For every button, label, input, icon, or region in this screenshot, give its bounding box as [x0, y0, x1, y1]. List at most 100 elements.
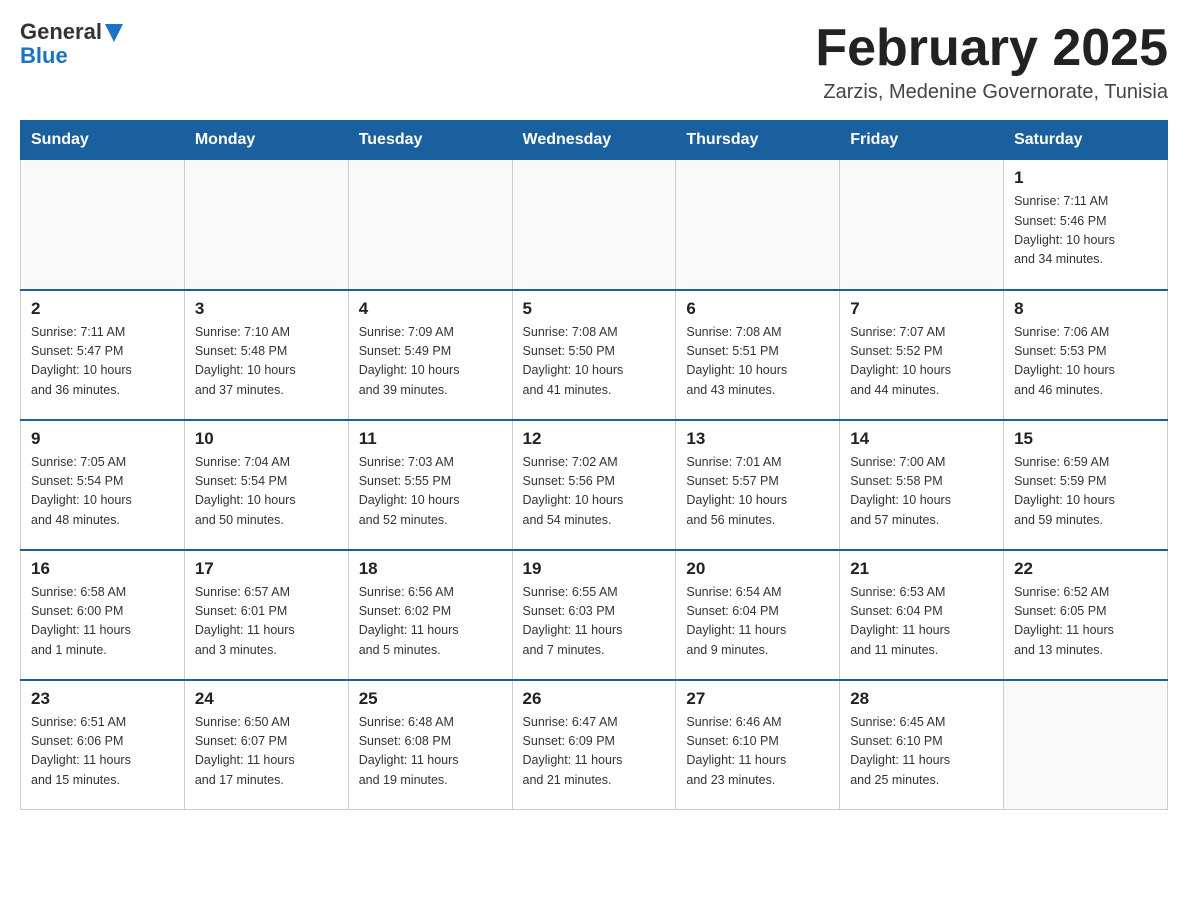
day-number: 19 — [523, 559, 666, 579]
table-row: 26 Sunrise: 6:47 AMSunset: 6:09 PMDayligh… — [512, 680, 676, 810]
day-info: Sunrise: 6:55 AMSunset: 6:03 PMDaylight:… — [523, 583, 666, 661]
table-row: 24 Sunrise: 6:50 AMSunset: 6:07 PMDayligh… — [184, 680, 348, 810]
day-number: 4 — [359, 299, 502, 319]
day-info: Sunrise: 7:00 AMSunset: 5:58 PMDaylight:… — [850, 453, 993, 531]
day-number: 23 — [31, 689, 174, 709]
logo: General Blue — [20, 20, 123, 68]
day-number: 3 — [195, 299, 338, 319]
day-info: Sunrise: 7:01 AMSunset: 5:57 PMDaylight:… — [686, 453, 829, 531]
day-info: Sunrise: 7:05 AMSunset: 5:54 PMDaylight:… — [31, 453, 174, 531]
day-number: 7 — [850, 299, 993, 319]
table-row: 15 Sunrise: 6:59 AMSunset: 5:59 PMDayligh… — [1004, 420, 1168, 550]
col-tuesday: Tuesday — [348, 121, 512, 160]
logo-blue-text: Blue — [20, 44, 68, 68]
day-info: Sunrise: 6:51 AMSunset: 6:06 PMDaylight:… — [31, 713, 174, 791]
day-number: 28 — [850, 689, 993, 709]
day-info: Sunrise: 6:53 AMSunset: 6:04 PMDaylight:… — [850, 583, 993, 661]
table-row: 18 Sunrise: 6:56 AMSunset: 6:02 PMDayligh… — [348, 550, 512, 680]
table-row — [348, 160, 512, 290]
table-row — [512, 160, 676, 290]
day-number: 26 — [523, 689, 666, 709]
day-info: Sunrise: 7:08 AMSunset: 5:51 PMDaylight:… — [686, 323, 829, 401]
day-number: 15 — [1014, 429, 1157, 449]
table-row: 3 Sunrise: 7:10 AMSunset: 5:48 PMDaylight… — [184, 290, 348, 420]
day-info: Sunrise: 6:56 AMSunset: 6:02 PMDaylight:… — [359, 583, 502, 661]
table-row: 22Sunrise: 6:52 AMSunset: 6:05 PMDayligh… — [1004, 550, 1168, 680]
day-number: 25 — [359, 689, 502, 709]
day-number: 16 — [31, 559, 174, 579]
day-number: 27 — [686, 689, 829, 709]
day-info: Sunrise: 6:45 AMSunset: 6:10 PMDaylight:… — [850, 713, 993, 791]
logo-arrow-icon — [105, 24, 123, 42]
title-section: February 2025 Zarzis, Medenine Governora… — [815, 20, 1168, 104]
day-info: Sunrise: 7:08 AMSunset: 5:50 PMDaylight:… — [523, 323, 666, 401]
day-number: 11 — [359, 429, 502, 449]
day-info: Sunrise: 6:50 AMSunset: 6:07 PMDaylight:… — [195, 713, 338, 791]
day-number: 9 — [31, 429, 174, 449]
day-number: 1 — [1014, 168, 1157, 188]
day-info: Sunrise: 6:58 AMSunset: 6:00 PMDaylight:… — [31, 583, 174, 661]
table-row: 20 Sunrise: 6:54 AMSunset: 6:04 PMDayligh… — [676, 550, 840, 680]
day-number: 21 — [850, 559, 993, 579]
day-info: Sunrise: 7:06 AMSunset: 5:53 PMDaylight:… — [1014, 323, 1157, 401]
table-row — [676, 160, 840, 290]
day-number: 20 — [686, 559, 829, 579]
logo-general-text: General — [20, 20, 102, 44]
day-info: Sunrise: 6:47 AMSunset: 6:09 PMDaylight:… — [523, 713, 666, 791]
table-row: 6 Sunrise: 7:08 AMSunset: 5:51 PMDaylight… — [676, 290, 840, 420]
day-info: Sunrise: 7:11 AMSunset: 5:47 PMDaylight:… — [31, 323, 174, 401]
day-info: Sunrise: 6:54 AMSunset: 6:04 PMDaylight:… — [686, 583, 829, 661]
table-row: 17Sunrise: 6:57 AMSunset: 6:01 PMDayligh… — [184, 550, 348, 680]
table-row: 14 Sunrise: 7:00 AMSunset: 5:58 PMDayligh… — [840, 420, 1004, 550]
table-row: 7 Sunrise: 7:07 AMSunset: 5:52 PMDaylight… — [840, 290, 1004, 420]
day-info: Sunrise: 7:02 AMSunset: 5:56 PMDaylight:… — [523, 453, 666, 531]
day-info: Sunrise: 7:11 AMSunset: 5:46 PMDaylight:… — [1014, 192, 1157, 270]
table-row: 12 Sunrise: 7:02 AMSunset: 5:56 PMDayligh… — [512, 420, 676, 550]
day-number: 8 — [1014, 299, 1157, 319]
day-info: Sunrise: 6:59 AMSunset: 5:59 PMDaylight:… — [1014, 453, 1157, 531]
day-info: Sunrise: 7:07 AMSunset: 5:52 PMDaylight:… — [850, 323, 993, 401]
col-wednesday: Wednesday — [512, 121, 676, 160]
day-number: 6 — [686, 299, 829, 319]
table-row: 11 Sunrise: 7:03 AMSunset: 5:55 PMDayligh… — [348, 420, 512, 550]
day-info: Sunrise: 6:57 AMSunset: 6:01 PMDaylight:… — [195, 583, 338, 661]
table-row: 19 Sunrise: 6:55 AMSunset: 6:03 PMDayligh… — [512, 550, 676, 680]
table-row: 16 Sunrise: 6:58 AMSunset: 6:00 PMDayligh… — [21, 550, 185, 680]
day-info: Sunrise: 6:46 AMSunset: 6:10 PMDaylight:… — [686, 713, 829, 791]
day-number: 18 — [359, 559, 502, 579]
calendar-week-row: 2 Sunrise: 7:11 AMSunset: 5:47 PMDaylight… — [21, 290, 1168, 420]
day-number: 2 — [31, 299, 174, 319]
table-row: 9 Sunrise: 7:05 AMSunset: 5:54 PMDaylight… — [21, 420, 185, 550]
calendar-table: Sunday Monday Tuesday Wednesday Thursday… — [20, 120, 1168, 810]
location-text: Zarzis, Medenine Governorate, Tunisia — [815, 81, 1168, 104]
day-info: Sunrise: 7:10 AMSunset: 5:48 PMDaylight:… — [195, 323, 338, 401]
table-row: 27 Sunrise: 6:46 AMSunset: 6:10 PMDayligh… — [676, 680, 840, 810]
day-number: 24 — [195, 689, 338, 709]
table-row: 1 Sunrise: 7:11 AMSunset: 5:46 PMDaylight… — [1004, 160, 1168, 290]
table-row: 8 Sunrise: 7:06 AMSunset: 5:53 PMDaylight… — [1004, 290, 1168, 420]
col-saturday: Saturday — [1004, 121, 1168, 160]
calendar-week-row: 23 Sunrise: 6:51 AMSunset: 6:06 PMDayligh… — [21, 680, 1168, 810]
table-row: 23 Sunrise: 6:51 AMSunset: 6:06 PMDayligh… — [21, 680, 185, 810]
day-info: Sunrise: 7:04 AMSunset: 5:54 PMDaylight:… — [195, 453, 338, 531]
table-row — [840, 160, 1004, 290]
day-info: Sunrise: 7:09 AMSunset: 5:49 PMDaylight:… — [359, 323, 502, 401]
day-number: 10 — [195, 429, 338, 449]
table-row: 5Sunrise: 7:08 AMSunset: 5:50 PMDaylight… — [512, 290, 676, 420]
col-friday: Friday — [840, 121, 1004, 160]
day-number: 13 — [686, 429, 829, 449]
day-info: Sunrise: 7:03 AMSunset: 5:55 PMDaylight:… — [359, 453, 502, 531]
table-row: 4 Sunrise: 7:09 AMSunset: 5:49 PMDaylight… — [348, 290, 512, 420]
col-monday: Monday — [184, 121, 348, 160]
table-row — [1004, 680, 1168, 810]
calendar-week-row: 16 Sunrise: 6:58 AMSunset: 6:00 PMDayligh… — [21, 550, 1168, 680]
day-number: 14 — [850, 429, 993, 449]
calendar-header-row: Sunday Monday Tuesday Wednesday Thursday… — [21, 121, 1168, 160]
calendar-week-row: 9 Sunrise: 7:05 AMSunset: 5:54 PMDaylight… — [21, 420, 1168, 550]
col-thursday: Thursday — [676, 121, 840, 160]
table-row: 28 Sunrise: 6:45 AMSunset: 6:10 PMDayligh… — [840, 680, 1004, 810]
table-row: 25Sunrise: 6:48 AMSunset: 6:08 PMDayligh… — [348, 680, 512, 810]
table-row: 2 Sunrise: 7:11 AMSunset: 5:47 PMDaylight… — [21, 290, 185, 420]
calendar-week-row: 1 Sunrise: 7:11 AMSunset: 5:46 PMDaylight… — [21, 160, 1168, 290]
day-number: 12 — [523, 429, 666, 449]
